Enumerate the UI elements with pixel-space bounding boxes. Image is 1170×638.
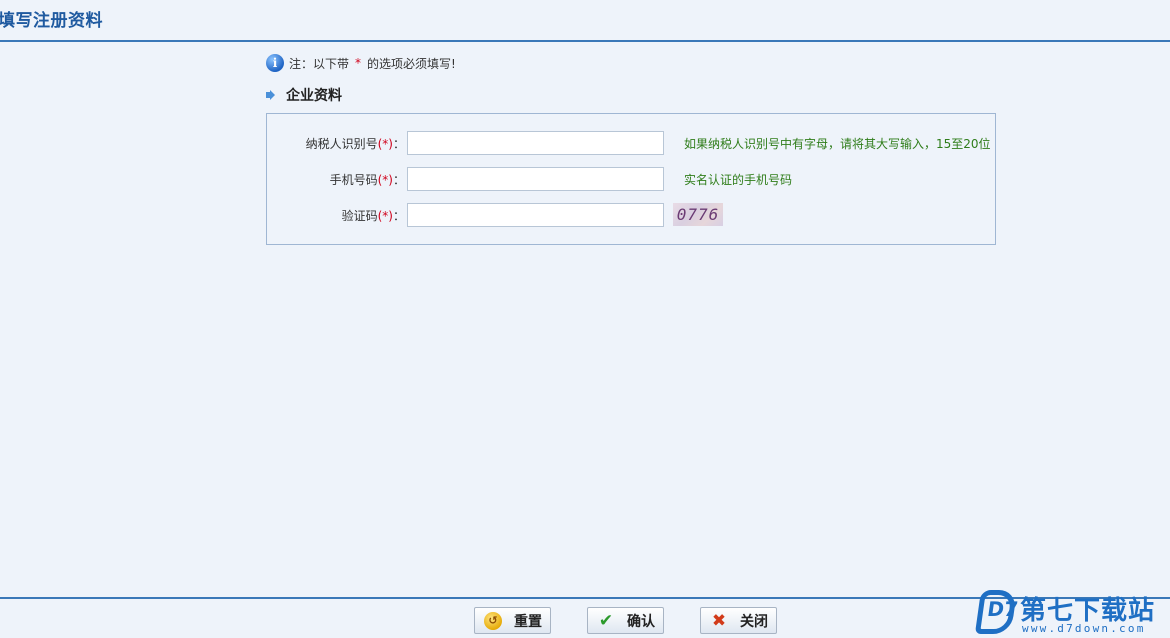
captcha-input[interactable]	[407, 203, 664, 227]
tax-id-label: 纳税人识别号(*)：	[305, 137, 405, 151]
confirm-button[interactable]: ✔ 确认	[587, 607, 664, 634]
confirm-button-label: 确认	[627, 613, 655, 630]
phone-row: 手机号码(*)： 实名认证的手机号码	[267, 167, 995, 191]
close-icon: ✖	[711, 610, 727, 631]
info-icon: i	[266, 54, 284, 72]
section-title: 企业资料	[286, 88, 342, 104]
close-button[interactable]: ✖ 关闭	[700, 607, 777, 634]
reset-button-label: 重置	[514, 613, 542, 630]
phone-input[interactable]	[407, 167, 664, 191]
required-note: i 注：以下带 * 的选项必须填写!	[266, 53, 456, 73]
note-text-after: 的选项必须填写!	[367, 56, 456, 71]
watermark-logo: D7	[974, 590, 1020, 634]
reset-button[interactable]: ↺ 重置	[474, 607, 551, 634]
captcha-image[interactable]: 0776	[673, 203, 723, 226]
phone-hint: 实名认证的手机号码	[684, 173, 793, 187]
checkmark-icon: ✔	[598, 610, 614, 631]
captcha-label: 验证码(*)：	[341, 209, 405, 223]
company-form: 纳税人识别号(*)： 如果纳税人识别号中有字母，请将其大写输入，15至20位 手…	[266, 113, 996, 245]
page-title: 填写注册资料	[0, 11, 103, 31]
reset-icon: ↺	[484, 611, 502, 630]
watermark: D7 第七下载站 www.d7down.com	[974, 588, 1168, 638]
captcha-row: 验证码(*)： 0776	[267, 203, 995, 227]
close-button-label: 关闭	[740, 613, 768, 630]
note-text-before: 注：以下带	[289, 56, 350, 71]
title-bar: 填写注册资料	[0, 0, 1170, 42]
note-star: *	[355, 56, 362, 70]
phone-label: 手机号码(*)：	[329, 173, 405, 187]
tax-id-input[interactable]	[407, 131, 664, 155]
tax-id-row: 纳税人识别号(*)： 如果纳税人识别号中有字母，请将其大写输入，15至20位	[267, 131, 995, 155]
tax-id-hint: 如果纳税人识别号中有字母，请将其大写输入，15至20位	[684, 137, 991, 151]
section-header: 企业资料	[266, 85, 342, 105]
watermark-url: www.d7down.com	[1022, 622, 1146, 635]
